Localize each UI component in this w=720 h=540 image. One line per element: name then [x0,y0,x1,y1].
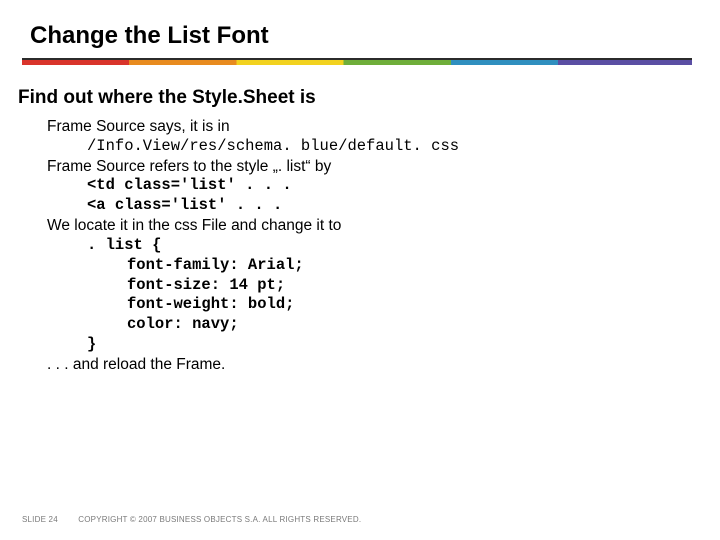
slide-title: Change the List Font [0,0,720,58]
code-line: } [47,335,720,355]
footer: SLIDE 24 COPYRIGHT © 2007 BUSINESS OBJEC… [22,515,361,524]
text-line: We locate it in the css File and change … [47,216,720,236]
code-line: color: navy; [47,315,720,335]
code-line: <td class='list' . . . [47,176,720,196]
code-fragment: <td class='list' . . . [87,176,292,194]
code-line: /Info.View/res/schema. blue/default. css [47,137,720,157]
code-line: font-family: Arial; [47,256,720,276]
section-heading: Find out where the Style.Sheet is [0,65,720,117]
code-line: . list { [47,236,720,256]
code-line: <a class='list' . . . [47,196,720,216]
body-content: Frame Source says, it is in /Info.View/r… [0,117,720,375]
code-line: font-size: 14 pt; [47,276,720,296]
text-line: Frame Source refers to the style „. list… [47,157,720,177]
text-line: Frame Source says, it is in [47,117,720,137]
text-fragment: Frame Source refers to the style „ [47,158,278,175]
text-fragment: “ by [305,158,331,175]
slide-number: SLIDE 24 [22,515,58,524]
copyright-text: COPYRIGHT © 2007 BUSINESS OBJECTS S.A. A… [78,515,361,524]
code-fragment: <a class='list' . . . [87,196,282,214]
text-line: . . . and reload the Frame. [47,355,720,375]
code-line: font-weight: bold; [47,295,720,315]
text-fragment: . list [278,158,306,175]
